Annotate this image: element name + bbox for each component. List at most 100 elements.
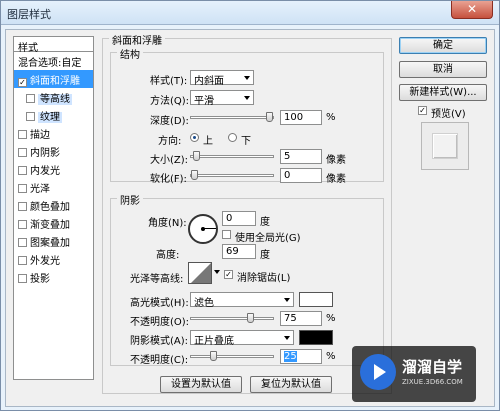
cancel-button[interactable]: 取消 (399, 61, 487, 78)
shadow-color-swatch[interactable] (299, 330, 333, 345)
shadow-opacity-thumb[interactable] (210, 351, 217, 361)
direction-down-label: 下 (241, 136, 251, 147)
highlight-opacity-thumb[interactable] (247, 313, 254, 323)
size-slider[interactable] (190, 151, 274, 161)
contour-curve-icon (191, 263, 211, 283)
style-label: 样式(T): (150, 76, 188, 87)
sidebar-item-inner-shadow[interactable]: 内阴影 (14, 142, 93, 160)
highlight-opacity-unit: % (326, 313, 336, 324)
checkbox-icon[interactable] (18, 166, 27, 175)
highlight-mode-label: 高光模式(H): (130, 298, 189, 309)
sidebar-item-contour[interactable]: 等高线 (14, 88, 93, 106)
play-logo-icon (360, 354, 396, 390)
play-triangle-icon (374, 364, 386, 380)
shadow-mode-label: 阴影模式(A): (130, 336, 189, 347)
direction-label: 方向: (158, 136, 182, 147)
method-select-value: 平滑 (194, 96, 214, 107)
checkbox-icon[interactable] (18, 184, 27, 193)
depth-input[interactable]: 100 (280, 110, 322, 125)
title-bar: 图层样式 ✕ (1, 1, 499, 25)
sidebar-item-gradient-overlay[interactable]: 渐变叠加 (14, 214, 93, 232)
highlight-opacity-slider[interactable] (190, 313, 274, 323)
depth-label: 深度(D): (150, 116, 189, 127)
style-list: 样式 混合选项:自定 ✓ 斜面和浮雕 等高线 纹理 描边 内阴影 内发光 光泽 颜… (13, 36, 94, 380)
global-light-checkbox[interactable] (222, 230, 231, 239)
shadow-mode-value: 正片叠底 (194, 336, 234, 347)
style-select[interactable]: 内斜面 (190, 70, 254, 87)
style-preview-thumbnail (421, 122, 469, 170)
sidebar-item-label: 斜面和浮雕 (30, 76, 80, 87)
reset-default-button[interactable]: 复位为默认值 (250, 376, 332, 393)
checkbox-icon[interactable] (18, 274, 27, 283)
antialias-label: 消除锯齿(L) (237, 273, 291, 284)
antialias-checkbox[interactable]: ✓ (224, 270, 233, 279)
checkbox-icon[interactable] (18, 202, 27, 211)
shadow-mode-select[interactable]: 正片叠底 (190, 330, 294, 347)
angle-unit: 度 (260, 217, 270, 228)
sidebar-item-stroke[interactable]: 描边 (14, 124, 93, 142)
sidebar-item-label: 等高线 (38, 94, 72, 105)
direction-up-radio[interactable] (190, 133, 199, 142)
chevron-down-icon[interactable] (214, 270, 220, 274)
sidebar-item-label: 混合选项:自定 (18, 58, 82, 69)
checkbox-icon[interactable] (18, 220, 27, 229)
sidebar-item-label: 描边 (30, 130, 50, 141)
soften-slider-thumb[interactable] (191, 170, 198, 180)
depth-slider[interactable] (190, 112, 274, 122)
shadow-opacity-label: 不透明度(C): (130, 355, 189, 366)
sidebar-item-pattern-overlay[interactable]: 图案叠加 (14, 232, 93, 250)
preview-checkbox[interactable]: ✓ (418, 106, 427, 115)
sidebar-item-label: 内阴影 (30, 148, 60, 159)
depth-slider-thumb[interactable] (266, 112, 273, 122)
checkbox-icon[interactable] (18, 148, 27, 157)
sidebar-item-outer-glow[interactable]: 外发光 (14, 250, 93, 268)
sidebar-item-label: 外发光 (30, 256, 60, 267)
size-input[interactable]: 5 (280, 149, 322, 164)
highlight-opacity-input[interactable]: 75 (280, 311, 322, 326)
angle-label: 角度(N): (148, 218, 187, 229)
ok-button[interactable]: 确定 (399, 37, 487, 54)
checkbox-icon[interactable] (26, 112, 35, 121)
highlight-color-swatch[interactable] (299, 292, 333, 307)
angle-dial[interactable] (188, 214, 218, 244)
sidebar-item-label: 纹理 (38, 112, 62, 123)
sidebar-item-drop-shadow[interactable]: 投影 (14, 268, 93, 286)
method-label: 方法(Q): (150, 96, 190, 107)
shadow-opacity-slider[interactable] (190, 351, 274, 361)
shadow-opacity-input[interactable]: 25 (280, 349, 322, 364)
depth-unit: % (326, 112, 336, 123)
chevron-down-icon (284, 336, 290, 340)
sidebar-item-blending[interactable]: 混合选项:自定 (14, 52, 93, 70)
sidebar-item-texture[interactable]: 纹理 (14, 106, 93, 124)
style-list-header[interactable]: 样式 (14, 37, 93, 54)
sidebar-item-color-overlay[interactable]: 颜色叠加 (14, 196, 93, 214)
sidebar-item-bevel[interactable]: ✓ 斜面和浮雕 (14, 70, 93, 88)
altitude-input[interactable]: 69 (222, 244, 256, 259)
soften-label: 软化(F): (150, 174, 187, 185)
highlight-mode-select[interactable]: 滤色 (190, 292, 294, 309)
checkbox-icon[interactable] (18, 130, 27, 139)
close-button[interactable]: ✕ (451, 1, 493, 19)
angle-input[interactable]: 0 (222, 211, 256, 226)
highlight-opacity-label: 不透明度(O): (130, 317, 190, 328)
soften-slider[interactable] (190, 170, 274, 180)
gloss-contour-preview[interactable] (188, 262, 212, 284)
gloss-contour-label: 光泽等高线: (130, 274, 184, 285)
highlight-mode-value: 滤色 (194, 298, 214, 309)
sidebar-item-inner-glow[interactable]: 内发光 (14, 160, 93, 178)
new-style-button[interactable]: 新建样式(W)... (399, 84, 487, 101)
sidebar-item-satin[interactable]: 光泽 (14, 178, 93, 196)
checkbox-icon[interactable] (26, 94, 35, 103)
altitude-unit: 度 (260, 250, 270, 261)
watermark: 溜溜自学 ZIXUE.3D66.COM (352, 346, 476, 402)
structure-title: 结构 (117, 46, 143, 61)
make-default-button[interactable]: 设置为默认值 (160, 376, 242, 393)
sidebar-item-label: 光泽 (30, 184, 50, 195)
checkbox-icon[interactable]: ✓ (18, 78, 27, 87)
method-select[interactable]: 平滑 (190, 90, 254, 107)
checkbox-icon[interactable] (18, 238, 27, 247)
direction-down-radio[interactable] (228, 133, 237, 142)
checkbox-icon[interactable] (18, 256, 27, 265)
size-slider-thumb[interactable] (193, 151, 200, 161)
soften-input[interactable]: 0 (280, 168, 322, 183)
